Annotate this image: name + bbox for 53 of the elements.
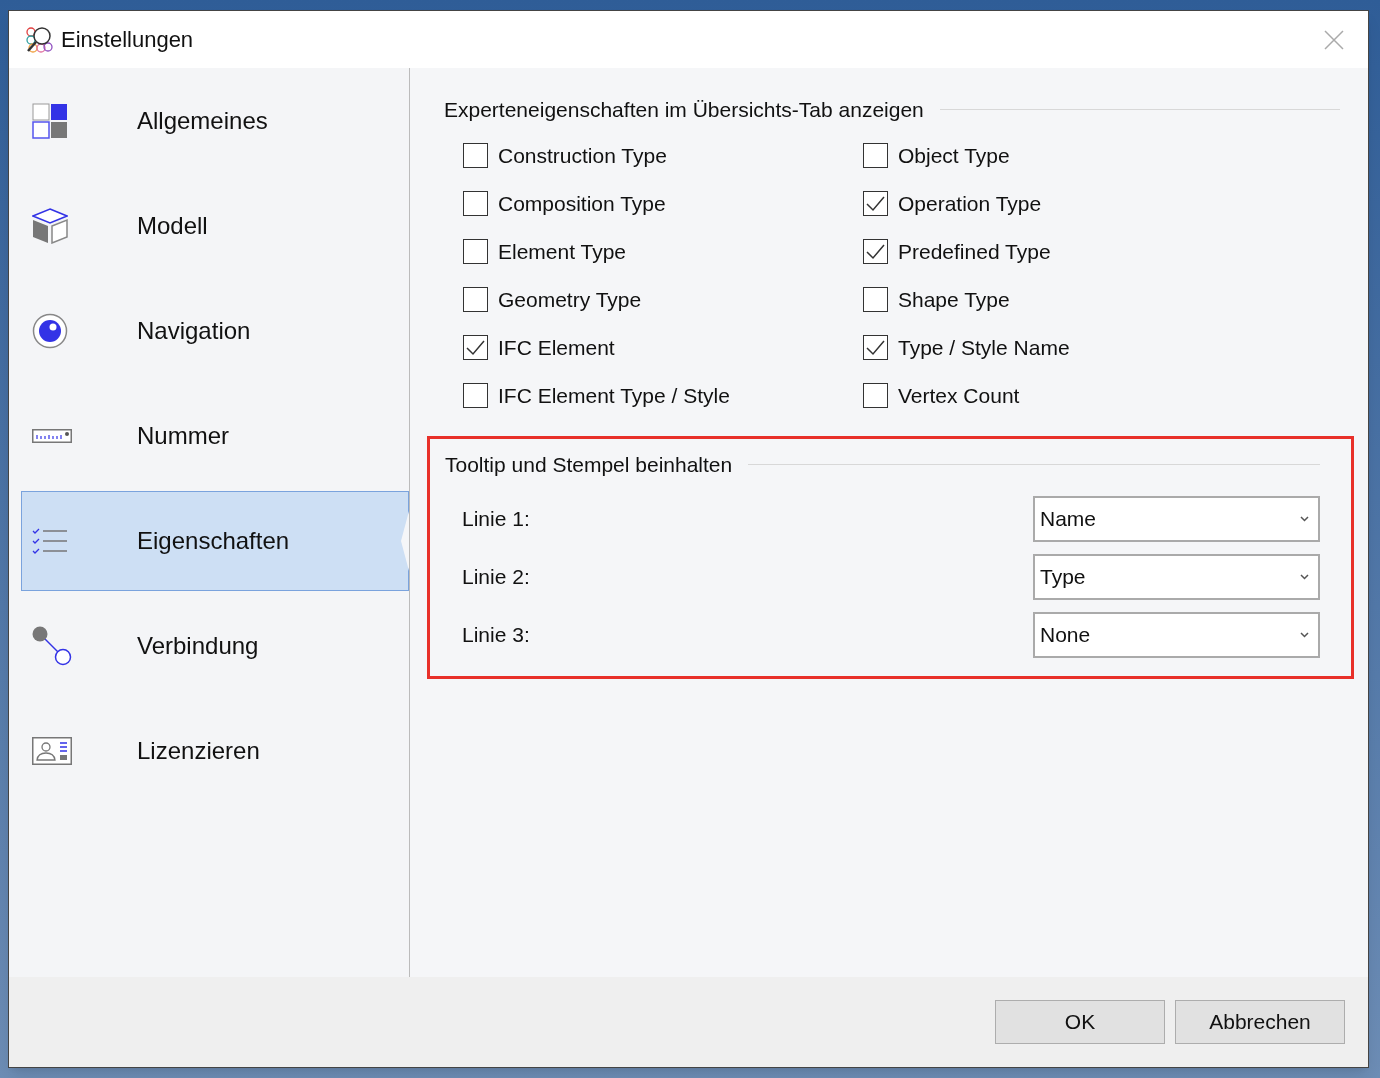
line-label: Linie 3:: [462, 622, 530, 649]
checkbox-label: Type / Style Name: [898, 334, 1070, 361]
cube-icon: [32, 208, 68, 244]
sidebar-item[interactable]: Nummer: [21, 386, 409, 486]
dropdown[interactable]: None: [1033, 612, 1320, 658]
checkbox[interactable]: [463, 143, 488, 168]
checkbox-label: Construction Type: [498, 142, 667, 169]
sidebar-item[interactable]: Modell: [21, 176, 409, 276]
checkbox[interactable]: [863, 239, 888, 264]
checkbox-label: Element Type: [498, 238, 627, 265]
checkbox[interactable]: [863, 191, 888, 216]
window-title: Einstellungen: [61, 26, 194, 54]
sidebar-item[interactable]: Navigation: [21, 281, 409, 381]
checkbox-label: IFC Element: [498, 334, 615, 361]
checkbox-label: Composition Type: [498, 190, 666, 217]
ruler-icon: [32, 429, 72, 443]
dropdown[interactable]: Name: [1033, 496, 1320, 542]
checkbox[interactable]: [863, 143, 888, 168]
sidebar-item[interactable]: Eigenschaften: [21, 491, 409, 591]
checkbox[interactable]: [463, 191, 488, 216]
dialog-button[interactable]: OK: [995, 1000, 1165, 1044]
checkbox-label: Vertex Count: [898, 382, 1020, 409]
dropdown[interactable]: Type: [1033, 554, 1320, 600]
checkbox[interactable]: [863, 383, 888, 408]
checkbox-label: IFC Element Type / Style: [498, 382, 730, 409]
checklist-icon: [32, 528, 68, 554]
tiles-icon: [32, 103, 68, 139]
line-label: Linie 1:: [462, 506, 530, 533]
sidebar-item[interactable]: Lizenzieren: [21, 701, 409, 801]
checkbox[interactable]: [463, 287, 488, 312]
checkbox-label: Shape Type: [898, 286, 1010, 313]
checkbox[interactable]: [863, 287, 888, 312]
connection-icon: [32, 626, 72, 666]
chevron-down-icon: [1300, 632, 1309, 638]
checkbox-label: Operation Type: [898, 190, 1042, 217]
section-title: Tooltip und Stempel beinhalten: [445, 451, 733, 478]
checkbox-label: Predefined Type: [898, 238, 1051, 265]
line-label: Linie 2:: [462, 564, 530, 591]
checkbox[interactable]: [463, 383, 488, 408]
checkbox[interactable]: [863, 335, 888, 360]
checkbox-label: Geometry Type: [498, 286, 642, 313]
id-card-icon: [32, 737, 72, 765]
checkbox[interactable]: [463, 335, 488, 360]
checkbox-label: Object Type: [898, 142, 1010, 169]
chevron-down-icon: [1300, 516, 1309, 522]
dialog-button[interactable]: Abbrechen: [1175, 1000, 1345, 1044]
sidebar-item[interactable]: Verbindung: [21, 596, 409, 696]
section-title: Experteneigenschaften im Übersichts-Tab anzeigen: [444, 97, 924, 123]
checkbox[interactable]: [463, 239, 488, 264]
chevron-down-icon: [1300, 574, 1309, 580]
app-logo-icon: [25, 25, 53, 54]
sidebar-item[interactable]: Allgemeines: [21, 71, 409, 171]
eye-icon: [32, 313, 68, 349]
